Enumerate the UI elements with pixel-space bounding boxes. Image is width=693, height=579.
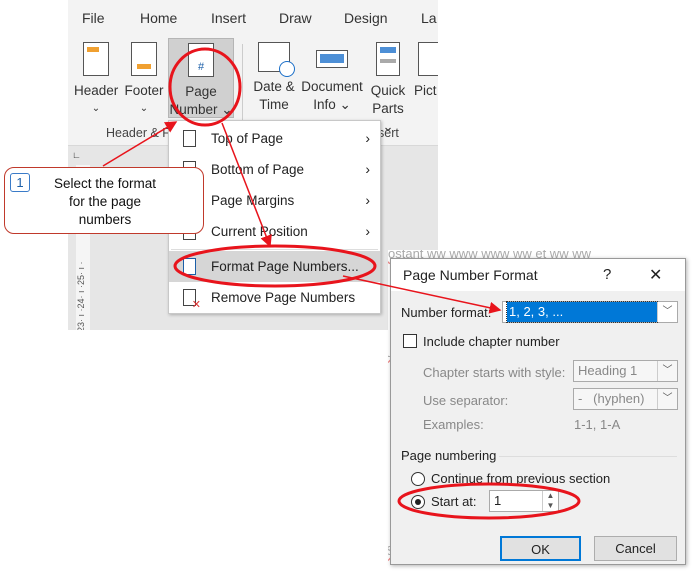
page-number-icon: #	[188, 43, 214, 77]
chevron-right-icon: ›	[365, 130, 370, 146]
chevron-down-icon: ﹀	[657, 389, 677, 409]
pictures-label: Pict	[414, 83, 437, 98]
start-at-spinner[interactable]: 1 ▲ ▼	[489, 490, 559, 512]
number-format-select[interactable]: 1, 2, 3, ... ﹀	[502, 301, 678, 323]
footer-icon	[131, 42, 157, 76]
page-number-button[interactable]: # Page Number ⌄	[168, 38, 234, 118]
close-button[interactable]: ✕	[649, 265, 662, 285]
date-time-button[interactable]: Date & Time	[250, 38, 298, 114]
cancel-button[interactable]: Cancel	[594, 536, 677, 561]
examples-value: 1-1, 1-A	[574, 417, 621, 432]
menu-item-label: Bottom of Page	[211, 162, 305, 177]
document-info-label-2: Info	[313, 97, 336, 112]
callout-box: 1 Select the format for the page numbers	[4, 167, 204, 234]
group-insert: sert	[378, 126, 399, 140]
tab-stop-selector[interactable]: ∟	[72, 150, 82, 160]
chevron-right-icon: ›	[365, 223, 370, 239]
header-icon	[83, 42, 109, 76]
pictures-icon	[418, 42, 438, 76]
document-info-button[interactable]: Document Info ⌄	[300, 38, 364, 114]
document-info-label-1: Document	[301, 79, 363, 94]
quick-parts-icon	[376, 42, 400, 76]
tab-layout[interactable]: La	[421, 10, 437, 26]
callout-number: 1	[10, 173, 30, 192]
number-format-value: 1, 2, 3, ...	[506, 301, 658, 323]
document-info-icon	[316, 50, 348, 68]
menu-separator	[171, 249, 378, 250]
separator-value: - (hyphen)	[578, 391, 645, 406]
menu-item-label: Top of Page	[211, 131, 284, 146]
chapter-style-label: Chapter starts with style:	[423, 365, 566, 380]
menu-item-label: Format Page Numbers...	[211, 259, 359, 274]
chevron-down-icon: ﹀	[657, 361, 677, 381]
menu-item-label: Page Margins	[211, 193, 295, 208]
continue-label: Continue from previous section	[431, 471, 611, 486]
footer-button[interactable]: Footer ⌄	[122, 38, 166, 118]
header-button[interactable]: Header ⌄	[74, 38, 118, 118]
number-format-label: Number format:	[401, 305, 492, 320]
ok-button[interactable]: OK	[500, 536, 581, 561]
date-time-label-2: Time	[259, 97, 289, 112]
group-line	[499, 456, 677, 457]
dialog-title: Page Number Format	[403, 267, 538, 283]
menu-item-label: Remove Page Numbers	[211, 290, 356, 305]
page-number-label-1: Page	[185, 84, 217, 99]
calendar-icon	[258, 42, 295, 77]
tab-file[interactable]: File	[82, 10, 105, 26]
page-numbering-heading: Page numbering	[401, 448, 497, 463]
chevron-right-icon: ›	[365, 161, 370, 177]
include-chapter-checkbox[interactable]	[403, 334, 417, 348]
chapter-style-value: Heading 1	[578, 363, 638, 378]
header-label: Header	[74, 83, 119, 98]
separator-select[interactable]: - (hyphen) ﹀	[573, 388, 678, 410]
dialog-title-bar: Page Number Format ? ✕	[391, 259, 685, 291]
start-at-label: Start at:	[431, 494, 477, 509]
page-top-icon	[183, 130, 196, 147]
pictures-button[interactable]: Pict	[414, 38, 438, 100]
help-button[interactable]: ?	[603, 266, 611, 283]
group-header-footer: Header & F	[106, 126, 170, 140]
ribbon-tabs: File Home Insert Draw Design La	[68, 0, 438, 34]
date-time-label-1: Date &	[253, 79, 295, 94]
chevron-down-icon: ﹀	[657, 302, 677, 322]
page-number-format-dialog: Page Number Format ? ✕ Number format: 1,…	[390, 258, 686, 565]
callout-text: Select the format for the page numbers	[53, 176, 157, 227]
examples-label: Examples:	[423, 417, 484, 432]
separator-label: Use separator:	[423, 393, 509, 408]
footer-label: Footer	[124, 83, 164, 98]
menu-item-format-page-numbers[interactable]: Format Page Numbers...	[169, 251, 380, 282]
tab-draw[interactable]: Draw	[279, 10, 312, 26]
remove-page-numbers-icon: ✕	[183, 289, 201, 311]
page-number-label-2: Number	[169, 102, 218, 117]
start-at-value: 1	[494, 493, 502, 508]
quick-parts-label-1: Quick	[370, 83, 406, 98]
chevron-right-icon: ›	[365, 192, 370, 208]
tab-insert[interactable]: Insert	[211, 10, 246, 26]
format-page-numbers-icon	[183, 258, 196, 275]
start-at-radio[interactable]	[411, 495, 425, 509]
tab-home[interactable]: Home	[140, 10, 177, 26]
menu-item-top-of-page[interactable]: Top of Page ›	[169, 123, 380, 154]
continue-radio[interactable]	[411, 472, 425, 486]
menu-item-remove-page-numbers[interactable]: ✕ Remove Page Numbers	[169, 282, 380, 313]
include-chapter-label: Include chapter number	[423, 334, 560, 349]
menu-item-label: Current Position	[211, 224, 308, 239]
tab-design[interactable]: Design	[344, 10, 388, 26]
spinner-arrows-icon[interactable]: ▲ ▼	[542, 491, 558, 511]
quick-parts-label-2: Parts	[372, 101, 404, 116]
chapter-style-select[interactable]: Heading 1 ﹀	[573, 360, 678, 382]
